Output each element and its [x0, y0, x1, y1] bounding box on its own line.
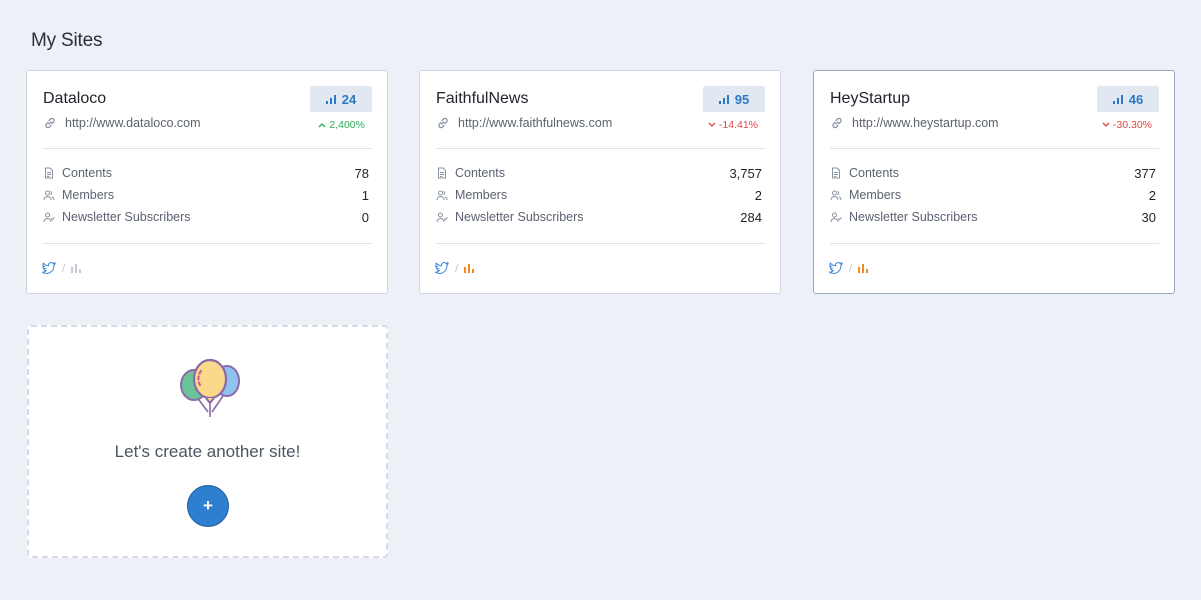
stat-value: 2	[1148, 187, 1156, 203]
stat-members: Members 2	[830, 186, 1156, 204]
divider	[436, 148, 765, 149]
stat-members: Members 2	[436, 186, 762, 204]
document-icon	[832, 167, 840, 179]
site-name[interactable]: Dataloco	[43, 90, 106, 108]
stat-label: Contents	[849, 166, 900, 180]
chevron-up-icon	[318, 123, 326, 128]
new-site-card[interactable]: Let's create another site! +	[27, 325, 388, 558]
stat-value: 78	[354, 165, 369, 181]
site-name[interactable]: HeyStartup	[830, 90, 910, 108]
subscriber-icon	[436, 212, 448, 223]
new-site-text: Let's create another site!	[114, 442, 301, 461]
site-url[interactable]: http://www.heystartup.com	[830, 116, 999, 130]
stat-label: Contents	[62, 166, 113, 180]
chevron-down-icon	[708, 122, 716, 127]
footer-separator: /	[62, 261, 66, 275]
divider	[436, 243, 765, 244]
divider	[43, 148, 372, 149]
stat-value: 0	[361, 209, 369, 225]
site-url[interactable]: http://www.faithfulnews.com	[436, 116, 612, 130]
add-site-button[interactable]: +	[187, 485, 229, 527]
stat-subscribers: Newsletter Subscribers 30	[830, 208, 1156, 226]
site-url[interactable]: http://www.dataloco.com	[43, 116, 200, 130]
trend-indicator: -30.30%	[1102, 119, 1152, 131]
stat-value: 377	[1134, 165, 1156, 181]
stat-value: 30	[1141, 209, 1156, 225]
subscriber-icon	[43, 212, 55, 223]
site-url-text: http://www.dataloco.com	[65, 116, 201, 130]
stat-contents: Contents 3,757	[436, 164, 762, 182]
site-card-dataloco[interactable]: Dataloco 24 http://www.dataloco.com 2,40…	[26, 70, 388, 294]
trend-value: -30.30%	[1112, 119, 1152, 131]
trend-indicator: 2,400%	[318, 119, 365, 131]
trend-value: 2,400%	[329, 119, 365, 131]
stat-label: Members	[62, 188, 115, 202]
analytics-icon[interactable]	[71, 263, 82, 273]
bar-chart-icon	[718, 94, 729, 104]
subscriber-icon	[830, 212, 842, 223]
analytics-icon[interactable]	[464, 263, 475, 273]
card-footer: /	[42, 261, 82, 275]
stat-subscribers: Newsletter Subscribers 0	[43, 208, 369, 226]
stat-subscribers: Newsletter Subscribers 284	[436, 208, 762, 226]
chevron-down-icon	[1102, 122, 1110, 127]
score-badge[interactable]: 95	[703, 86, 765, 112]
trend-indicator: -14.41%	[708, 119, 758, 131]
site-card-faithfulnews[interactable]: FaithfulNews 95 http://www.faithfulnews.…	[419, 70, 781, 294]
twitter-icon[interactable]	[829, 262, 843, 274]
divider	[43, 243, 372, 244]
document-icon	[45, 167, 53, 179]
footer-separator: /	[849, 261, 853, 275]
analytics-icon[interactable]	[858, 263, 869, 273]
divider	[830, 243, 1159, 244]
stat-label: Newsletter Subscribers	[455, 210, 584, 224]
members-icon	[43, 190, 55, 201]
twitter-icon[interactable]	[42, 262, 56, 274]
score-value: 95	[734, 91, 750, 107]
score-value: 24	[341, 91, 357, 107]
stat-value: 1	[361, 187, 369, 203]
card-footer: /	[435, 261, 475, 275]
stat-value: 284	[740, 209, 762, 225]
stat-label: Newsletter Subscribers	[849, 210, 978, 224]
site-url-text: http://www.faithfulnews.com	[458, 116, 613, 130]
page-title: My Sites	[31, 30, 103, 51]
footer-separator: /	[455, 261, 459, 275]
members-icon	[830, 190, 842, 201]
stat-members: Members 1	[43, 186, 369, 204]
site-url-text: http://www.heystartup.com	[852, 116, 999, 130]
divider	[830, 148, 1159, 149]
stat-label: Members	[849, 188, 902, 202]
stat-contents: Contents 78	[43, 164, 369, 182]
stat-value: 2	[754, 187, 762, 203]
score-value: 46	[1128, 91, 1144, 107]
trend-value: -14.41%	[718, 119, 758, 131]
card-footer: /	[829, 261, 869, 275]
document-icon	[438, 167, 446, 179]
link-icon	[438, 117, 448, 129]
stat-label: Contents	[455, 166, 506, 180]
site-card-heystartup[interactable]: HeyStartup 46 http://www.heystartup.com …	[813, 70, 1175, 294]
bar-chart-icon	[325, 94, 336, 104]
score-badge[interactable]: 24	[310, 86, 372, 112]
stat-label: Members	[455, 188, 508, 202]
link-icon	[45, 117, 55, 129]
stat-label: Newsletter Subscribers	[62, 210, 191, 224]
members-icon	[436, 190, 448, 201]
bar-chart-icon	[1112, 94, 1123, 104]
stat-value: 3,757	[729, 165, 762, 181]
score-badge[interactable]: 46	[1097, 86, 1159, 112]
stat-contents: Contents 377	[830, 164, 1156, 182]
twitter-icon[interactable]	[435, 262, 449, 274]
balloons-icon	[180, 358, 240, 417]
link-icon	[832, 117, 842, 129]
site-name[interactable]: FaithfulNews	[436, 90, 528, 108]
